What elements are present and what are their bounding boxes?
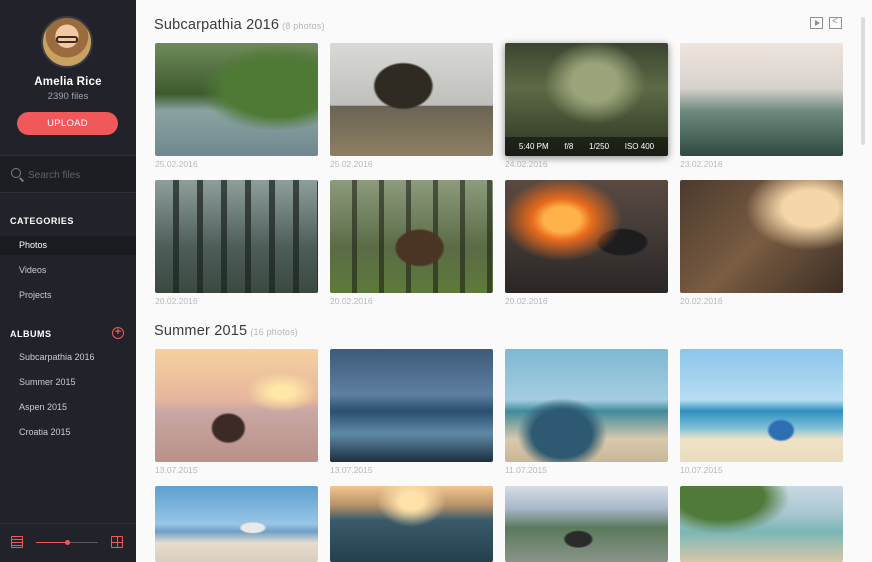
photo-date: 13.07.2015 xyxy=(155,465,198,475)
gallery-scrollbar[interactable] xyxy=(861,17,865,145)
exif-time: 5:40 PM xyxy=(518,142,549,151)
search-bar xyxy=(0,155,136,193)
user-name: Amelia Rice xyxy=(34,76,102,88)
album-title: Subcarpathia 2016 (8 photos) xyxy=(154,17,325,33)
photo-date: 24.02.2016 xyxy=(505,159,548,169)
photo-exif-bar: 5:40 PM f/8 1/250 ISO 400 xyxy=(505,137,668,156)
search-icon xyxy=(11,168,21,178)
photo-thumbnail-selected[interactable]: 5:40 PM f/8 1/250 ISO 400 xyxy=(505,43,668,156)
avatar-glasses xyxy=(56,36,78,43)
photo-date: 10.07.2015 xyxy=(680,465,723,475)
photo-thumbnail[interactable] xyxy=(680,180,843,293)
album-item-croatia-2015[interactable]: Croatia 2015 xyxy=(0,423,136,442)
zoom-slider-handle[interactable] xyxy=(64,540,70,545)
view-controls xyxy=(0,523,136,562)
exif-iso: ISO 400 xyxy=(624,142,655,151)
photo-thumbnail[interactable] xyxy=(505,486,668,562)
photo-date: 20.02.2016 xyxy=(155,296,198,306)
user-avatar[interactable] xyxy=(41,16,93,68)
photo-thumbnail[interactable] xyxy=(155,349,318,462)
zoom-slider[interactable] xyxy=(36,540,98,545)
photo-date: 20.02.2016 xyxy=(680,296,723,306)
photo-date: 25.02.2016 xyxy=(330,159,373,169)
photo-thumbnail[interactable] xyxy=(680,43,843,156)
photo-thumbnail[interactable] xyxy=(505,349,668,462)
album-item-aspen-2015[interactable]: Aspen 2015 xyxy=(0,398,136,417)
photo-thumbnail[interactable] xyxy=(330,349,493,462)
share-icon[interactable] xyxy=(829,16,842,29)
photo-thumbnail[interactable] xyxy=(155,180,318,293)
sidebar-item-videos[interactable]: Videos xyxy=(0,261,136,280)
photo-date: 20.02.2016 xyxy=(330,296,373,306)
album-title: Summer 2015 (16 photos) xyxy=(154,323,298,339)
albums-title: ALBUMS xyxy=(10,329,52,339)
grid-view-icon[interactable] xyxy=(111,536,123,548)
album-title-text: Summer 2015 xyxy=(154,323,248,339)
sidebar-item-photos[interactable]: Photos xyxy=(0,236,136,255)
categories-title: CATEGORIES xyxy=(10,216,74,226)
photo-thumbnail[interactable] xyxy=(330,43,493,156)
add-album-icon[interactable]: + xyxy=(112,327,124,339)
photo-thumbnail[interactable] xyxy=(680,486,843,562)
photo-thumbnail[interactable] xyxy=(330,486,493,562)
user-file-count: 2390 files xyxy=(47,91,89,102)
photo-date: 11.07.2015 xyxy=(505,465,547,475)
album-title-text: Subcarpathia 2016 xyxy=(154,17,280,33)
exif-shutter: 1/250 xyxy=(589,142,610,151)
sidebar-item-projects[interactable]: Projects xyxy=(0,286,136,305)
list-view-icon[interactable] xyxy=(11,536,23,548)
sidebar: Amelia Rice 2390 files UPLOAD CATEGORIES… xyxy=(0,0,136,562)
upload-button[interactable]: UPLOAD xyxy=(17,112,118,135)
photo-thumbnail[interactable] xyxy=(505,180,668,293)
photo-gallery: Subcarpathia 2016(8 photos) Summer 2015(… xyxy=(136,0,872,562)
slideshow-play-icon[interactable] xyxy=(810,17,823,29)
album-photo-count: (16 photos) xyxy=(250,327,299,337)
photo-thumbnail[interactable] xyxy=(155,43,318,156)
photo-date: 20.02.2016 xyxy=(505,296,548,306)
photo-thumbnail[interactable] xyxy=(155,486,318,562)
exif-aperture: f/8 xyxy=(564,142,574,151)
photo-date: 13.07.2015 xyxy=(330,465,373,475)
photo-thumbnail[interactable] xyxy=(330,180,493,293)
photo-date: 23.02.2016 xyxy=(680,159,723,169)
photo-date: 25.02.2016 xyxy=(155,159,198,169)
album-item-subcarpathia-2016[interactable]: Subcarpathia 2016 xyxy=(0,348,136,367)
search-input[interactable] xyxy=(28,167,128,183)
album-photo-count: (8 photos) xyxy=(282,21,325,31)
album-item-summer-2015[interactable]: Summer 2015 xyxy=(0,373,136,392)
zoom-slider-fill xyxy=(36,542,67,543)
photo-thumbnail[interactable] xyxy=(680,349,843,462)
